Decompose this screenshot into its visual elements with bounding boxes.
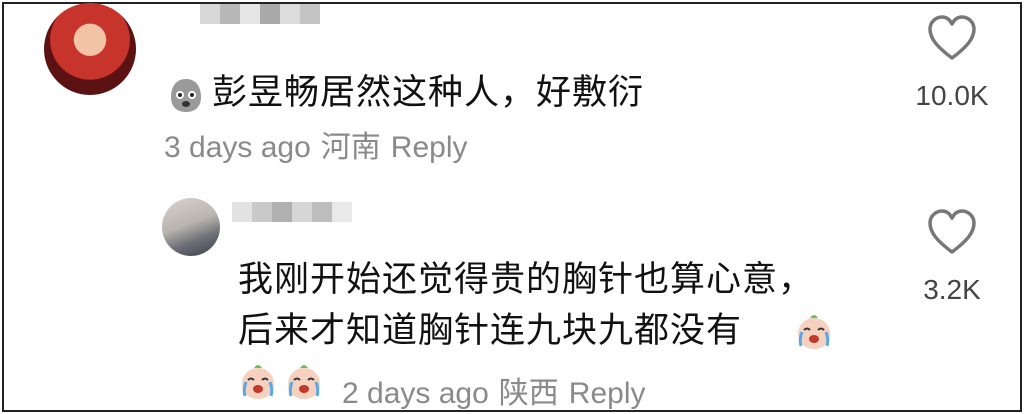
comment-meta: 2 days ago 陕西 Reply <box>342 368 655 412</box>
like-count: 10.0K <box>915 80 989 111</box>
crying-face-emoji-icon <box>238 362 278 402</box>
comment-location: 河南 <box>320 131 381 164</box>
ghost-emoji-icon <box>166 75 206 115</box>
comment-location: 陕西 <box>498 377 559 410</box>
username-redacted[interactable] <box>232 202 352 222</box>
comment-text-line: 我刚开始还觉得贵的胸针也算心意， <box>238 260 815 300</box>
reply-button[interactable]: Reply <box>569 377 646 410</box>
comment-text-line: 后来才知道胸针连九块九都没有 <box>238 311 743 351</box>
comment-text: 彭昱畅居然这种人，好敷衍 <box>212 73 645 113</box>
heart-outline-icon[interactable] <box>926 14 978 62</box>
crying-face-emoji-icon <box>794 312 834 352</box>
like-button[interactable]: 3.2K <box>912 208 992 306</box>
comment-time: 3 days ago <box>164 131 311 164</box>
comment-meta: 3 days ago 河南 Reply <box>164 122 477 166</box>
reply-button[interactable]: Reply <box>391 131 468 164</box>
username-redacted[interactable] <box>200 4 320 24</box>
avatar[interactable] <box>162 198 220 256</box>
like-count: 3.2K <box>923 274 981 305</box>
comment-time: 2 days ago <box>342 377 489 410</box>
crying-face-emoji-icon <box>284 362 324 402</box>
heart-outline-icon[interactable] <box>926 208 978 256</box>
like-button[interactable]: 10.0K <box>912 14 992 112</box>
avatar[interactable] <box>44 3 136 95</box>
